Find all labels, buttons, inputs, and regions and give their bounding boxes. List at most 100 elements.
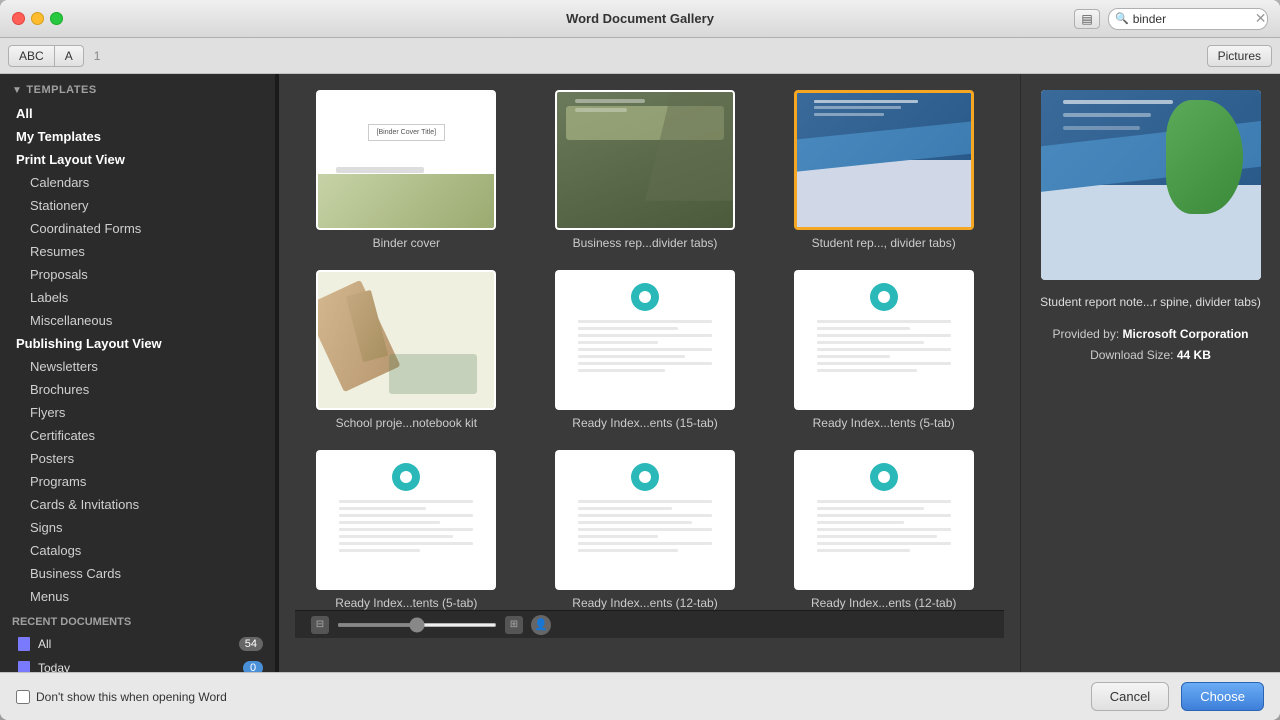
download-label: Download Size: [1090,348,1173,362]
recent-today-badge: 0 [243,661,263,672]
sidebar-item-my-templates[interactable]: My Templates [0,125,275,148]
provider-name: Microsoft Corporation [1123,327,1249,341]
template-label-binder-cover: Binder cover [373,236,440,250]
recent-all[interactable]: All 54 [0,632,275,656]
choose-button[interactable]: Choose [1181,682,1264,711]
close-button[interactable] [12,12,25,25]
sidebar-item-print-layout[interactable]: Print Layout View [0,148,275,171]
cancel-button[interactable]: Cancel [1091,682,1169,711]
template-thumb-student-rep[interactable] [794,90,974,230]
view-toggle-segment: ABC A [8,45,84,67]
traffic-lights [12,12,63,25]
template-item-binder-cover[interactable]: [Binder Cover Title] Binder cover [295,90,518,250]
pictures-button[interactable]: Pictures [1207,45,1272,67]
zoom-out-icon: ⊟ [316,619,324,630]
template-thumb-ready-index-12a[interactable] [555,450,735,590]
template-thumb-business-rep[interactable] [555,90,735,230]
zoom-in-button[interactable]: ⊞ [505,616,523,634]
preview-panel: Student report note...r spine, divider t… [1020,74,1280,672]
sidebar-item-stationery[interactable]: Stationery [0,194,275,217]
sidebar-item-all[interactable]: All [0,102,275,125]
template-thumb-school-proj[interactable] [316,270,496,410]
template-item-ready-index-15[interactable]: Ready Index...ents (15-tab) [534,270,757,430]
templates-label: TEMPLATES [26,84,96,96]
zoom-slider[interactable] [337,623,497,627]
template-label-school-proj: School proje...notebook kit [336,416,477,430]
preview-download: Download Size: 44 KB [1040,345,1261,367]
recent-all-icon [16,636,32,652]
template-item-business-rep[interactable]: Business rep...divider tabs) [534,90,757,250]
titlebar-right: ▤ 🔍 ✕ [1074,8,1268,30]
sidebar-item-signs[interactable]: Signs [0,516,275,539]
sidebar-item-labels[interactable]: Labels [0,286,275,309]
download-size: 44 KB [1177,348,1211,362]
sidebar-item-brochures[interactable]: Brochures [0,378,275,401]
abc-view-button[interactable]: ABC [8,45,55,67]
template-thumb-ready-index-15[interactable] [555,270,735,410]
provided-by-label: Provided by: [1052,327,1119,341]
titlebar: Word Document Gallery ▤ 🔍 ✕ [0,0,1280,38]
sidebar-item-catalogs[interactable]: Catalogs [0,539,275,562]
recent-all-label: All [38,637,51,651]
search-icon: 🔍 [1115,12,1129,25]
sidebar-item-certificates[interactable]: Certificates [0,424,275,447]
recent-today-icon [16,660,32,672]
minimize-button[interactable] [31,12,44,25]
template-item-ready-index-5b[interactable]: Ready Index...tents (5-tab) [295,450,518,610]
bottom-bar: Don't show this when opening Word Cancel… [0,672,1280,720]
layout-view-button[interactable]: A [55,45,84,67]
window: Word Document Gallery ▤ 🔍 ✕ ABC A 1 Pict… [0,0,1280,720]
user-avatar: 👤 [531,615,551,635]
template-thumb-ready-index-5a[interactable] [794,270,974,410]
window-title: Word Document Gallery [566,11,714,26]
sidebar-item-flyers[interactable]: Flyers [0,401,275,424]
zoom-out-button[interactable]: ⊟ [311,616,329,634]
search-input[interactable] [1133,12,1253,26]
template-label-student-rep: Student rep..., divider tabs) [812,236,956,250]
sidebar-item-resumes[interactable]: Resumes [0,240,275,263]
section-arrow-icon: ▼ [12,85,22,96]
zoom-in-icon: ⊞ [510,619,518,630]
templates-section-header: ▼ TEMPLATES [0,74,275,102]
template-item-ready-index-5a[interactable]: Ready Index...tents (5-tab) [772,270,995,430]
preview-large-thumb [1041,90,1261,280]
template-item-ready-index-12b[interactable]: Ready Index...ents (12-tab) [772,450,995,610]
template-grid: [Binder Cover Title] Binder cover [295,90,995,610]
dont-show-checkbox[interactable] [16,690,30,704]
sidebar-item-menus[interactable]: Menus [0,585,275,608]
template-thumb-binder-cover[interactable]: [Binder Cover Title] [316,90,496,230]
sidebar-item-proposals[interactable]: Proposals [0,263,275,286]
recent-documents-header: Recent Documents [0,608,275,632]
maximize-button[interactable] [50,12,63,25]
sidebar-item-posters[interactable]: Posters [0,447,275,470]
sidebar-item-coordinated-forms[interactable]: Coordinated Forms [0,217,275,240]
view-toggle-button[interactable]: ▤ [1074,9,1100,29]
template-item-student-rep[interactable]: Student rep..., divider tabs) [772,90,995,250]
recent-today[interactable]: Today 0 [0,656,275,672]
sidebar-item-newsletters[interactable]: Newsletters [0,355,275,378]
template-label-ready-index-5b: Ready Index...tents (5-tab) [335,596,477,610]
sidebar: ▼ TEMPLATES All My Templates Print Layou… [0,74,275,672]
sidebar-item-miscellaneous[interactable]: Miscellaneous [0,309,275,332]
preview-title: Student report note...r spine, divider t… [1040,292,1261,314]
dont-show-label: Don't show this when opening Word [36,690,227,704]
dont-show-area: Don't show this when opening Word [16,690,227,704]
template-label-ready-index-12b: Ready Index...ents (12-tab) [811,596,956,610]
template-item-school-proj[interactable]: School proje...notebook kit [295,270,518,430]
search-box: 🔍 ✕ [1108,8,1268,30]
template-label-ready-index-5a: Ready Index...tents (5-tab) [813,416,955,430]
zoom-slider-bar: ⊟ ⊞ 👤 [295,610,1004,638]
sidebar-item-publishing-layout[interactable]: Publishing Layout View [0,332,275,355]
recent-today-label: Today [38,661,70,672]
search-clear-icon[interactable]: ✕ [1255,10,1267,27]
recent-all-badge: 54 [239,637,263,651]
sidebar-item-cards-invitations[interactable]: Cards & Invitations [0,493,275,516]
sidebar-item-business-cards[interactable]: Business Cards [0,562,275,585]
sidebar-item-calendars[interactable]: Calendars [0,171,275,194]
template-thumb-ready-index-5b[interactable] [316,450,496,590]
template-grid-area: [Binder Cover Title] Binder cover [279,74,1020,672]
sidebar-item-programs[interactable]: Programs [0,470,275,493]
template-thumb-ready-index-12b[interactable] [794,450,974,590]
template-item-ready-index-12a[interactable]: Ready Index...ents (12-tab) [534,450,757,610]
template-label-business-rep: Business rep...divider tabs) [573,236,718,250]
